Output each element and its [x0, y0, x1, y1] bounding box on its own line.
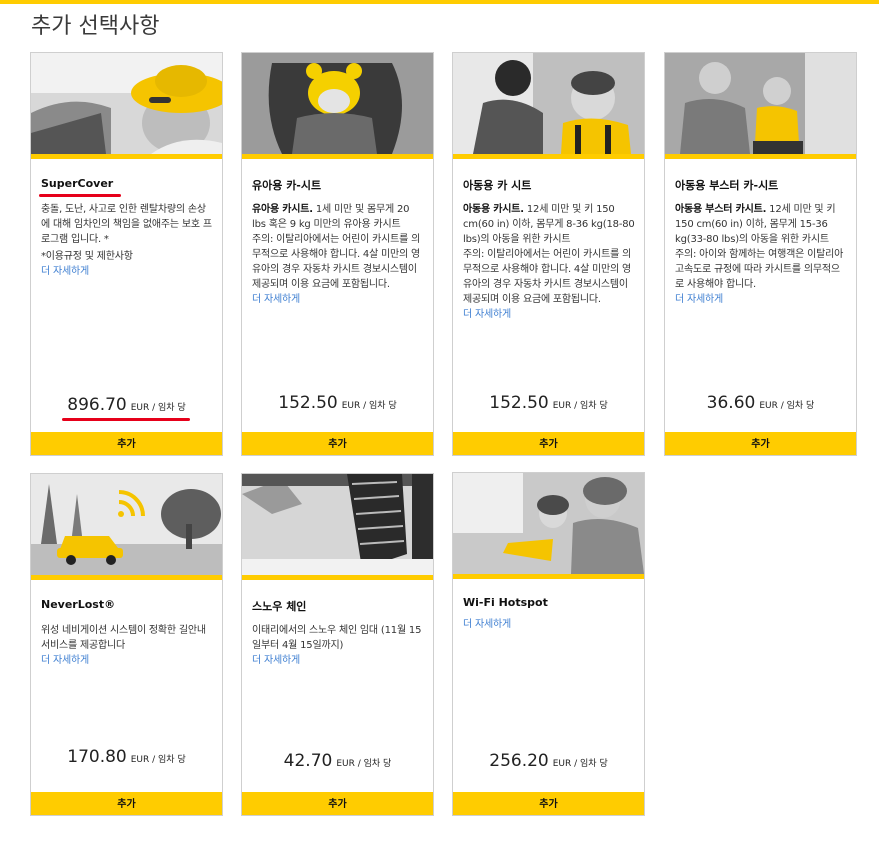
card-title: 스노우 체인 [252, 600, 307, 613]
legal-note: 주의: 이탈리아에서는 어린이 카시트를 의무적으로 사용해야 합니다. 4살 … [463, 249, 632, 305]
card-accent-bar [242, 575, 433, 580]
description-text: 충돌, 도난, 사고로 인한 렌탈차량의 손상에 대해 임차인의 책임을 없애주… [41, 204, 212, 245]
price-value: 896.70 [67, 395, 127, 415]
card-description: 유아용 카시트. 1세 미만 및 몸무게 20 lbs 혹은 9 kg 미만의 … [252, 202, 424, 307]
price-value: 152.50 [278, 393, 338, 413]
more-details-link[interactable]: 더 자세하게 [252, 294, 300, 305]
more-details-link[interactable]: 더 자세하게 [675, 294, 723, 305]
card-description: 더 자세하게 [463, 617, 635, 632]
terms-note: *이용규정 및 제한사항 [41, 251, 133, 262]
price-unit: EUR / 임차 당 [130, 755, 186, 765]
price: 42.70 EUR / 임차 당 [242, 751, 433, 771]
price: 36.60 EUR / 임차 당 [665, 393, 856, 413]
description-text: 위성 네비게이션 시스템이 정확한 길안내 서비스를 제공합니다 [41, 625, 206, 651]
top-accent-line [0, 0, 879, 4]
add-button[interactable]: 추가 [665, 432, 856, 455]
card-title: SuperCover [41, 177, 114, 190]
price-unit: EUR / 임차 당 [759, 401, 815, 411]
price-value: 256.20 [489, 751, 549, 771]
extra-card-child-seat: 아동용 카 시트 아동용 카시트. 12세 미만 및 키 150 cm(60 i… [452, 52, 645, 456]
add-button[interactable]: 추가 [31, 432, 222, 455]
snow-chain-photo [242, 474, 433, 575]
card-title: 유아용 카-시트 [252, 179, 322, 192]
more-details-link[interactable]: 더 자세하게 [41, 266, 89, 277]
description-bold: 아동용 부스터 카시트. [675, 204, 767, 215]
infant-seat-photo [242, 53, 433, 154]
card-description: 충돌, 도난, 사고로 인한 렌탈차량의 손상에 대해 임차인의 책임을 없애주… [41, 202, 213, 279]
card-accent-bar [453, 154, 644, 159]
add-button[interactable]: 추가 [31, 792, 222, 815]
card-title: NeverLost® [41, 598, 116, 611]
more-details-link[interactable]: 더 자세하게 [463, 619, 511, 630]
legal-note: 주의: 이탈리아에서는 어린이 카시트를 의무적으로 사용해야 합니다. 4살 … [252, 234, 421, 290]
price: 256.20 EUR / 임차 당 [453, 751, 644, 771]
extra-card-wifi-hotspot: Wi-Fi Hotspot 더 자세하게 256.20 EUR / 임차 당 추가 [452, 472, 645, 816]
price-underline-marker [62, 418, 190, 421]
more-details-link[interactable]: 더 자세하게 [252, 655, 300, 666]
card-accent-bar [453, 574, 644, 579]
add-button[interactable]: 추가 [242, 432, 433, 455]
price-unit: EUR / 임차 당 [552, 401, 608, 411]
child-seat-photo [453, 53, 644, 154]
card-accent-bar [242, 154, 433, 159]
card-description: 위성 네비게이션 시스템이 정확한 길안내 서비스를 제공합니다 더 자세하게 [41, 623, 213, 668]
extra-card-neverlost: NeverLost® 위성 네비게이션 시스템이 정확한 길안내 서비스를 제공… [30, 473, 223, 816]
price-value: 170.80 [67, 747, 127, 767]
card-accent-bar [31, 575, 222, 580]
extra-card-booster-seat: 아동용 부스터 카-시트 아동용 부스터 카시트. 12세 미만 및 키 150… [664, 52, 857, 456]
description-bold: 아동용 카시트. [463, 204, 524, 215]
price-value: 36.60 [706, 393, 756, 413]
more-details-link[interactable]: 더 자세하게 [41, 655, 89, 666]
tablet-kids-photo [453, 473, 644, 574]
price: 152.50 EUR / 임차 당 [453, 393, 644, 413]
page-title: 추가 선택사항 [31, 14, 160, 39]
card-description: 아동용 카시트. 12세 미만 및 키 150 cm(60 in) 이하, 몸무… [463, 202, 635, 322]
yellow-car-photo [31, 474, 222, 575]
more-details-link[interactable]: 더 자세하게 [463, 309, 511, 320]
price-value: 42.70 [283, 751, 333, 771]
price-unit: EUR / 임차 당 [130, 403, 186, 413]
add-button[interactable]: 추가 [453, 792, 644, 815]
price: 170.80 EUR / 임차 당 [31, 747, 222, 767]
extra-card-supercover: SuperCover 충돌, 도난, 사고로 인한 렌탈차량의 손상에 대해 임… [30, 52, 223, 456]
extra-card-snow-chain: 스노우 체인 이태리에서의 스노우 체인 임대 (11월 15일부터 4월 15… [241, 473, 434, 816]
extra-card-infant-seat: 유아용 카-시트 유아용 카시트. 1세 미만 및 몸무게 20 lbs 혹은 … [241, 52, 434, 456]
card-accent-bar [31, 154, 222, 159]
title-underline-marker [39, 194, 121, 197]
price-value: 152.50 [489, 393, 549, 413]
card-title: 아동용 카 시트 [463, 179, 532, 192]
add-button[interactable]: 추가 [453, 432, 644, 455]
card-title: 아동용 부스터 카-시트 [675, 179, 779, 192]
card-title: Wi-Fi Hotspot [463, 596, 548, 609]
price: 896.70 EUR / 임차 당 [31, 395, 222, 415]
description-text: 이태리에서의 스노우 체인 임대 (11월 15일부터 4월 15일까지) [252, 625, 422, 651]
woman-sunhat-photo [31, 53, 222, 154]
price-unit: EUR / 임차 당 [336, 759, 392, 769]
price-unit: EUR / 임차 당 [552, 759, 608, 769]
booster-seat-photo [665, 53, 856, 154]
legal-note: 주의: 아이와 함께하는 여행객은 이탈리아 고속도로 규정에 따라 카시트를 … [675, 249, 844, 290]
card-description: 아동용 부스터 카시트. 12세 미만 및 키 150 cm(60 in) 이하… [675, 202, 847, 307]
description-bold: 유아용 카시트. [252, 204, 313, 215]
price: 152.50 EUR / 임차 당 [242, 393, 433, 413]
price-unit: EUR / 임차 당 [341, 401, 397, 411]
card-description: 이태리에서의 스노우 체인 임대 (11월 15일부터 4월 15일까지) 더 … [252, 623, 424, 668]
card-accent-bar [665, 154, 856, 159]
add-button[interactable]: 추가 [242, 792, 433, 815]
